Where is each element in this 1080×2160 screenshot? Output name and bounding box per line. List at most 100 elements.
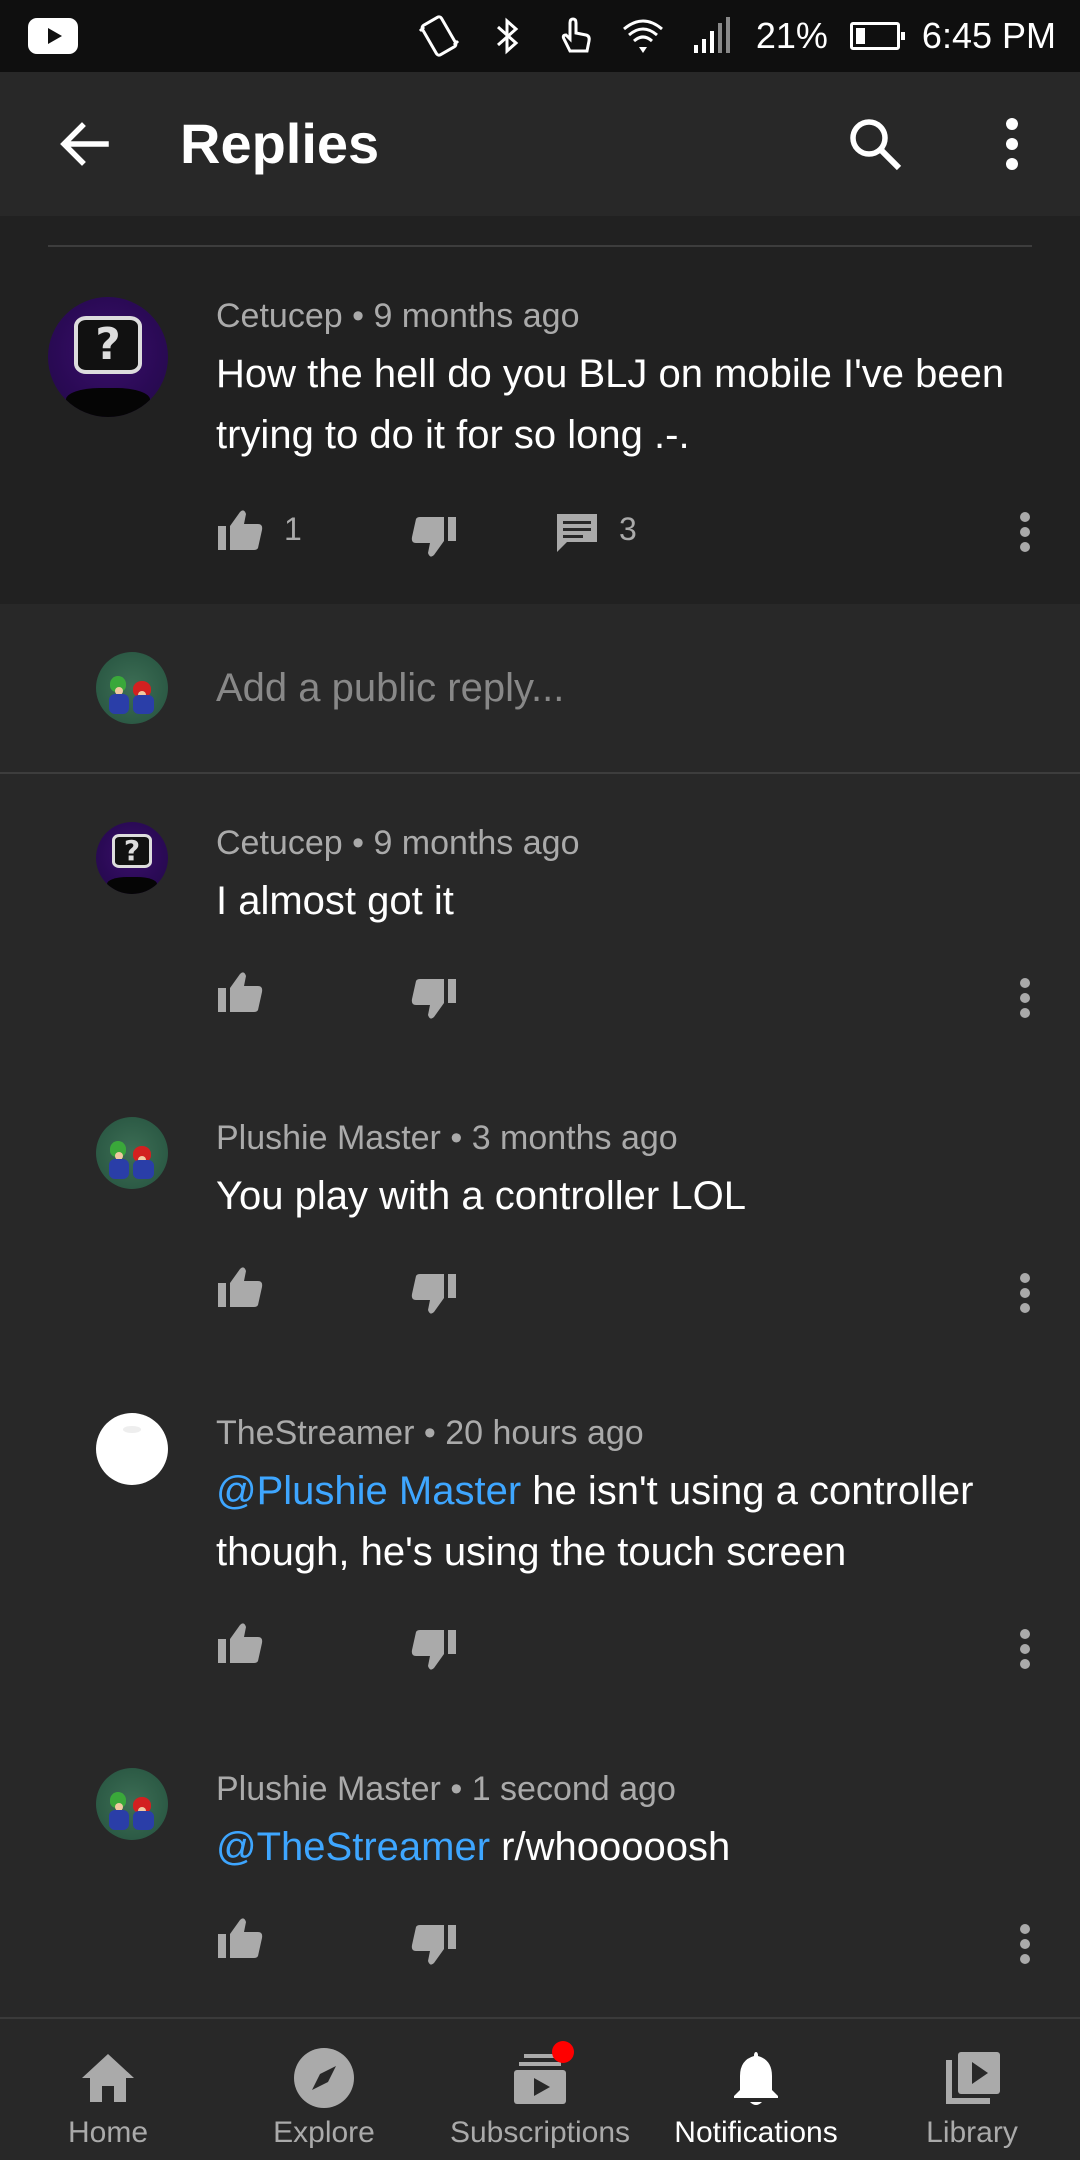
reply-input[interactable]: Add a public reply... — [216, 660, 564, 716]
meta-separator: • — [450, 1119, 463, 1157]
reply-meta: Plushie Master • 3 months ago — [216, 1118, 678, 1158]
thumbs-up-icon — [218, 1623, 263, 1663]
reply-count: 3 — [619, 511, 637, 547]
nav-label: Explore — [273, 2116, 375, 2149]
question-monitor-avatar[interactable]: ? — [96, 822, 168, 894]
thumbs-up-icon — [218, 972, 263, 1012]
reply-meta: Cetucep • 9 months ago — [216, 823, 579, 863]
white-avatar[interactable] — [96, 1413, 168, 1485]
vibrate-icon — [416, 13, 462, 59]
status-icons: 21% 6:45 PM — [416, 0, 1056, 72]
page-title: Replies — [180, 112, 380, 175]
status-bar: 21% 6:45 PM — [0, 0, 1080, 72]
library-icon — [937, 2043, 1007, 2113]
bell-icon — [721, 2043, 791, 2113]
thumbs-up-icon — [218, 510, 263, 550]
comment-author[interactable]: Cetucep — [216, 297, 343, 335]
thumbs-down-icon — [411, 1630, 456, 1670]
like-button[interactable] — [210, 500, 270, 560]
nav-label: Home — [67, 2116, 149, 2149]
reply-meta: Plushie Master • 1 second ago — [216, 1769, 676, 1809]
question-monitor-avatar[interactable]: ? — [48, 297, 168, 417]
touch-icon — [552, 13, 598, 59]
meta-separator: • — [352, 824, 364, 862]
bluetooth-icon — [484, 13, 530, 59]
home-icon — [73, 2043, 143, 2113]
reply-menu-button[interactable] — [1005, 1619, 1045, 1679]
thumbs-down-icon — [411, 517, 456, 557]
thumbs-up-icon — [218, 1918, 263, 1958]
clock: 6:45 PM — [921, 15, 1056, 56]
mention-link[interactable]: @TheStreamer — [216, 1825, 490, 1869]
more-vert-icon — [1020, 978, 1030, 1018]
reply-author[interactable]: TheStreamer — [216, 1414, 414, 1452]
reply-text: @TheStreamer r/whooooosh — [216, 1817, 1080, 1878]
back-arrow-icon — [60, 122, 109, 166]
back-button[interactable] — [44, 112, 124, 176]
reply-age: 3 months ago — [471, 1119, 678, 1157]
mario-luigi-avatar[interactable] — [96, 1768, 168, 1840]
notification-badge — [552, 2041, 574, 2063]
dislike-button[interactable] — [404, 1915, 464, 1975]
thumbs-down-icon — [411, 1274, 456, 1314]
reply-text: You play with a controller LOL — [216, 1174, 746, 1218]
nav-label: Subscriptions — [449, 2116, 631, 2149]
meta-separator: • — [352, 297, 364, 335]
meta-separator: • — [450, 1770, 463, 1808]
nav-explore[interactable]: Explore — [216, 2019, 432, 2160]
comment-meta: Cetucep • 9 months ago — [216, 296, 579, 336]
comment-icon — [557, 514, 597, 552]
comment-text: How the hell do you BLJ on mobile I've b… — [216, 352, 1005, 457]
nav-subscriptions[interactable]: Subscriptions — [432, 2019, 648, 2160]
thumbs-down-icon — [411, 979, 456, 1019]
thumbs-up-icon — [218, 1267, 263, 1307]
reply-author[interactable]: Plushie Master — [216, 1770, 441, 1808]
more-options-button[interactable] — [990, 112, 1034, 176]
app-bar: Replies — [0, 72, 1080, 216]
like-button[interactable] — [210, 1257, 270, 1317]
signal-icon — [688, 13, 734, 59]
bottom-navigation: Home Explore Subscriptions Notifications… — [0, 2017, 1080, 2160]
dislike-button[interactable] — [404, 1620, 464, 1680]
search-button[interactable] — [835, 112, 915, 176]
battery-percent: 21% — [755, 15, 828, 56]
mention-link[interactable]: @Plushie Master — [216, 1469, 521, 1513]
divider — [48, 245, 1032, 247]
mario-luigi-avatar[interactable] — [96, 1117, 168, 1189]
reply-age: 9 months ago — [373, 824, 580, 862]
dislike-button[interactable] — [404, 1264, 464, 1324]
more-vert-icon — [1020, 1629, 1030, 1669]
dislike-button[interactable] — [404, 507, 464, 567]
reply-author[interactable]: Cetucep — [216, 824, 343, 862]
reply-menu-button[interactable] — [1005, 968, 1045, 1028]
like-count: 1 — [284, 511, 302, 547]
compass-icon — [289, 2043, 359, 2113]
replies-button[interactable] — [547, 502, 607, 562]
like-button[interactable] — [210, 1613, 270, 1673]
mario-luigi-avatar — [96, 652, 168, 724]
reply-age: 20 hours ago — [445, 1414, 644, 1452]
battery-icon — [849, 22, 905, 50]
meta-separator: • — [423, 1414, 436, 1452]
nav-library[interactable]: Library — [864, 2019, 1080, 2160]
comment-menu-button[interactable] — [1005, 502, 1045, 562]
dislike-button[interactable] — [404, 969, 464, 1029]
reply-text-body: r/whooooosh — [490, 1825, 731, 1869]
reply-menu-button[interactable] — [1005, 1263, 1045, 1323]
more-vert-icon — [1006, 118, 1018, 170]
youtube-icon — [28, 18, 78, 54]
reply-menu-button[interactable] — [1005, 1914, 1045, 1974]
nav-notifications[interactable]: Notifications — [648, 2019, 864, 2160]
thumbs-down-icon — [411, 1925, 456, 1965]
nav-home[interactable]: Home — [0, 2019, 216, 2160]
wifi-icon — [620, 13, 666, 59]
comment-age: 9 months ago — [373, 297, 580, 335]
search-icon — [850, 119, 902, 171]
reply-author[interactable]: Plushie Master — [216, 1119, 441, 1157]
divider — [0, 772, 1080, 774]
like-button[interactable] — [210, 962, 270, 1022]
nav-label: Notifications — [674, 2116, 838, 2149]
nav-label: Library — [926, 2116, 1018, 2149]
like-button[interactable] — [210, 1908, 270, 1968]
reply-age: 1 second ago — [471, 1770, 676, 1808]
